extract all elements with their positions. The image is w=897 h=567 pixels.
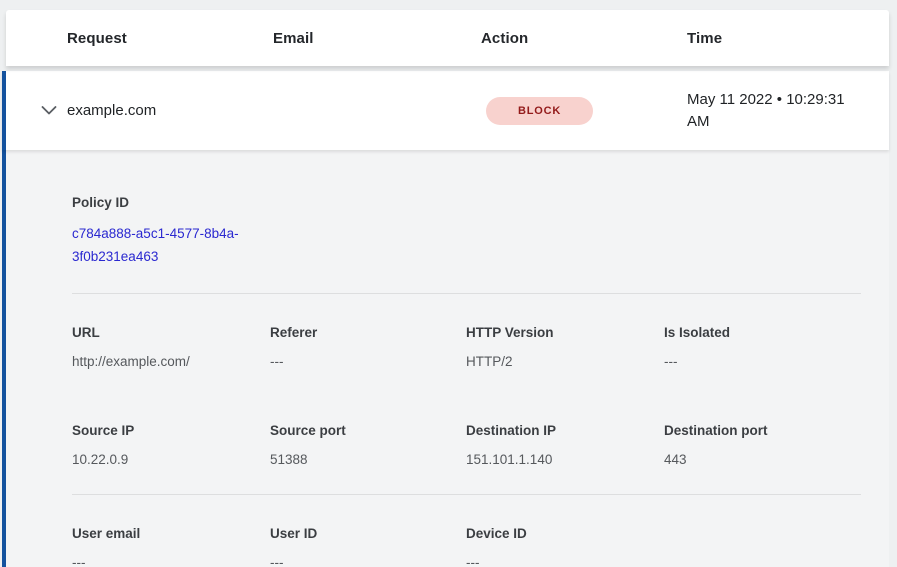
source-port-value: 51388 [270,450,466,469]
user-email-value: --- [72,553,270,567]
divider [72,494,861,495]
user-id-field: User ID --- [270,524,466,567]
destination-port-field: Destination port 443 [664,421,861,469]
destination-port-value: 443 [664,450,861,469]
http-version-field: HTTP Version HTTP/2 [466,323,664,371]
row-details-panel: Policy ID c784a888-a5c1-4577-8b4a-3f0b23… [2,150,889,567]
column-header-request: Request [67,30,273,47]
details-fields-row: Source IP 10.22.0.9 Source port 51388 De… [72,421,861,469]
column-header-time: Time [687,30,889,47]
source-ip-label: Source IP [72,421,270,440]
policy-id-label: Policy ID [72,193,861,212]
is-isolated-value: --- [664,352,861,371]
url-field: URL http://example.com/ [72,323,270,371]
column-header-email: Email [273,30,481,47]
is-isolated-label: Is Isolated [664,323,861,342]
user-id-label: User ID [270,524,466,543]
http-version-value: HTTP/2 [466,352,664,371]
referer-field: Referer --- [270,323,466,371]
chevron-down-icon [41,106,57,115]
user-email-field: User email --- [72,524,270,567]
user-email-label: User email [72,524,270,543]
details-fields-row: URL http://example.com/ Referer --- HTTP… [72,323,861,371]
collapse-row-button[interactable] [38,100,60,122]
source-port-label: Source port [270,421,466,440]
destination-ip-label: Destination IP [466,421,664,440]
log-table: Request Email Action Time example.com BL… [2,10,889,567]
url-label: URL [72,323,270,342]
referer-value: --- [270,352,466,371]
user-id-value: --- [270,553,466,567]
device-id-value: --- [466,553,664,567]
device-id-label: Device ID [466,524,664,543]
policy-id-link[interactable]: c784a888-a5c1-4577-8b4a-3f0b231ea463 [72,222,268,268]
destination-ip-value: 151.101.1.140 [466,450,664,469]
policy-id-field: Policy ID c784a888-a5c1-4577-8b4a-3f0b23… [72,193,861,268]
source-ip-value: 10.22.0.9 [72,450,270,469]
divider [72,293,861,294]
column-header-action: Action [481,30,687,47]
http-version-label: HTTP Version [466,323,664,342]
referer-label: Referer [270,323,466,342]
table-header: Request Email Action Time [6,10,889,66]
is-isolated-field: Is Isolated --- [664,323,861,371]
source-port-field: Source port 51388 [270,421,466,469]
table-row[interactable]: example.com BLOCK May 11 2022 • 10:29:31… [2,71,889,150]
details-fields-row: User email --- User ID --- Device ID --- [72,524,861,567]
destination-ip-field: Destination IP 151.101.1.140 [466,421,664,469]
source-ip-field: Source IP 10.22.0.9 [72,421,270,469]
gateway-logs-page: Request Email Action Time example.com BL… [0,0,897,567]
details-empty-cell [664,524,861,567]
device-id-field: Device ID --- [466,524,664,567]
url-value: http://example.com/ [72,352,270,371]
request-cell: example.com [67,102,273,119]
block-status-badge: BLOCK [486,97,593,125]
action-cell: BLOCK [481,97,687,125]
time-cell: May 11 2022 • 10:29:31 AM [687,89,865,133]
destination-port-label: Destination port [664,421,861,440]
